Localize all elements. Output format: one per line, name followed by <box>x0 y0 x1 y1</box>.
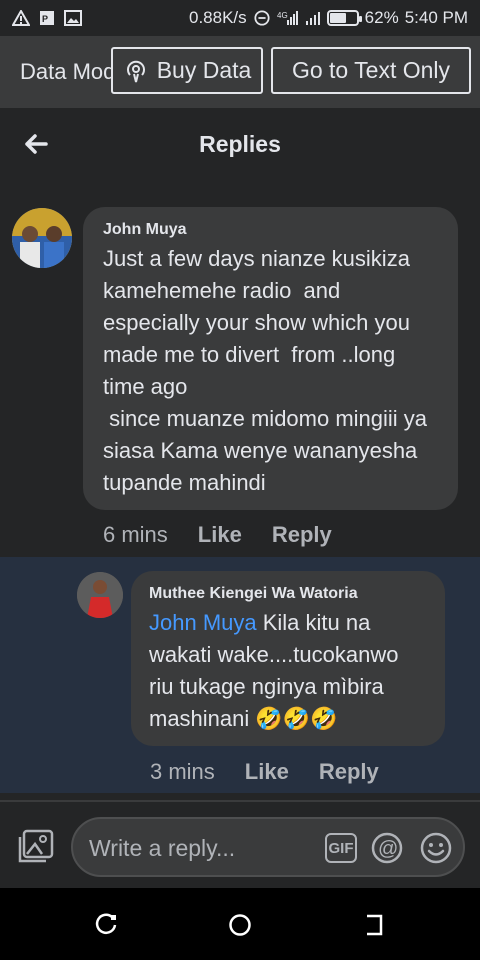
comment-time: 6 mins <box>103 522 168 547</box>
buy-data-button[interactable]: Buy Data <box>111 47 263 94</box>
clock: 5:40 PM <box>404 8 468 27</box>
data-mode-bar: Data Mode Buy Data Go to Text Only <box>0 36 480 108</box>
reply-like-button[interactable]: Like <box>245 759 289 785</box>
reply-reply-button[interactable]: Reply <box>319 759 379 785</box>
do-not-disturb-icon <box>254 10 270 26</box>
comment-text: Just a few days nianze kusikiza kameheme… <box>103 246 428 495</box>
image-icon <box>64 10 82 26</box>
recent-apps-icon[interactable] <box>94 912 120 938</box>
network-speed: 0.88K/s <box>189 8 247 27</box>
replies-header: Replies <box>0 108 480 180</box>
like-button[interactable]: Like <box>198 522 242 548</box>
navigation-bar <box>0 888 480 960</box>
reply-actions: 3 mins Like Reply <box>150 759 379 785</box>
emoji-icon[interactable] <box>420 832 452 864</box>
buy-data-label: Buy Data <box>156 57 252 83</box>
back-arrow-icon[interactable] <box>22 130 50 158</box>
signal-icon <box>305 12 320 25</box>
battery-icon <box>326 10 362 26</box>
pdf-icon: P <box>40 11 54 25</box>
reply-text: John Muya Kila kitu na wakati wake....tu… <box>149 607 427 735</box>
reply-time: 3 mins <box>150 759 215 784</box>
text-only-label: Go to Text Only <box>291 57 451 83</box>
text-only-button[interactable]: Go to Text Only <box>271 47 471 94</box>
svg-text:@: @ <box>378 838 398 860</box>
signal-4g-icon: 4G <box>277 11 298 25</box>
battery-percent: 62% <box>364 8 399 27</box>
status-bar: P 0.88K/s 4G 62% 5:40 PM <box>0 0 480 36</box>
avatar[interactable] <box>12 208 72 268</box>
photo-icon[interactable] <box>17 829 55 865</box>
comment-actions: 6 mins Like Reply <box>103 522 332 548</box>
page-title: Replies <box>199 130 281 157</box>
reply-input[interactable]: Write a reply... GIF @ <box>71 817 465 877</box>
reply-composer: Write a reply... GIF @ <box>0 802 480 888</box>
gif-button[interactable]: GIF <box>325 833 357 863</box>
svg-text:P: P <box>42 14 48 24</box>
comment-bubble[interactable]: John Muya Just a few days nianze kusikiz… <box>83 207 458 510</box>
warning-icon <box>12 10 30 26</box>
home-icon[interactable] <box>227 912 253 938</box>
data-mode-label[interactable]: Data Mode <box>20 59 112 85</box>
reply-avatar[interactable] <box>77 572 123 618</box>
comment-author[interactable]: John Muya <box>103 221 438 239</box>
reply-bubble[interactable]: Muthee Kiengei Wa Watoria John Muya Kila… <box>131 571 445 746</box>
broadcast-icon <box>126 60 145 82</box>
mention-at-icon[interactable]: @ <box>371 832 403 864</box>
reply-button[interactable]: Reply <box>272 522 332 548</box>
reply-author[interactable]: Muthee Kiengei Wa Watoria <box>149 585 427 603</box>
mention-link[interactable]: John Muya <box>149 610 257 635</box>
reply-input-placeholder: Write a reply... <box>89 835 236 861</box>
back-nav-icon[interactable] <box>361 912 387 938</box>
svg-text:4G: 4G <box>277 11 288 20</box>
